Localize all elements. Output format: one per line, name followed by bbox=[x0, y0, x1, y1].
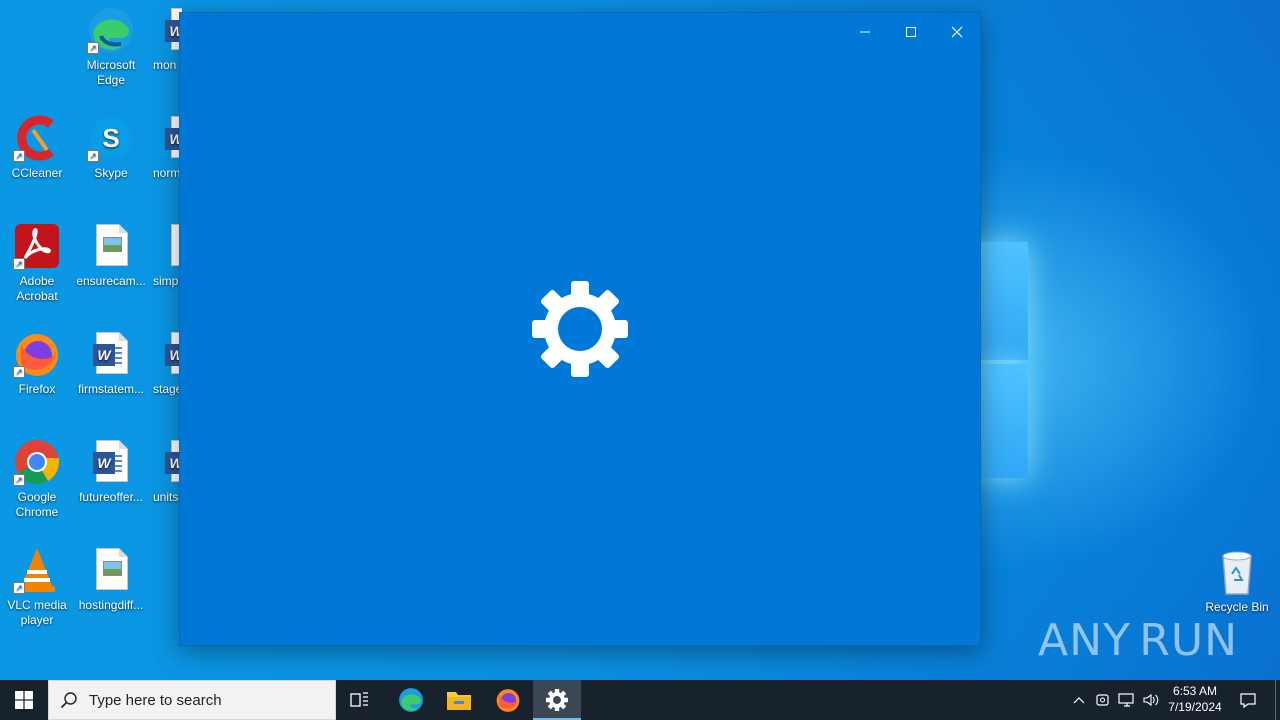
desktop-icon-simp[interactable]: simp bbox=[148, 222, 182, 289]
vlc-icon: ↗ bbox=[13, 546, 61, 594]
desktop-icon-label: Microsoft Edge bbox=[86, 58, 136, 87]
desktop-icon-skype[interactable]: S ↗ Skype bbox=[74, 114, 148, 181]
taskbar-search-box[interactable]: Type here to search bbox=[48, 680, 336, 720]
desktop-icon-label: firmstatem... bbox=[77, 382, 144, 396]
recycle-bin-icon bbox=[1213, 548, 1261, 596]
desktop-icon-label: VLC media player bbox=[7, 598, 67, 627]
acrobat-icon: ↗ bbox=[13, 222, 61, 270]
windows-logo-icon bbox=[15, 691, 33, 709]
taskbar-settings[interactable] bbox=[533, 680, 581, 720]
desktop-icon-firmstatem[interactable]: W firmstatem... bbox=[74, 330, 148, 397]
desktop-icon-norm[interactable]: W norm bbox=[148, 114, 182, 181]
clock-date: 7/19/2024 bbox=[1168, 700, 1222, 714]
image-file-icon bbox=[87, 222, 135, 270]
search-icon bbox=[49, 680, 89, 720]
taskbar-edge[interactable] bbox=[387, 680, 435, 720]
tray-network[interactable] bbox=[1116, 680, 1138, 720]
desktop-icon-label: hostingdiff... bbox=[78, 598, 144, 612]
task-view-button[interactable] bbox=[336, 680, 384, 720]
desktop-icon-mon[interactable]: W mon bbox=[148, 6, 182, 73]
desktop-icon-label: mon bbox=[153, 58, 177, 72]
start-button[interactable] bbox=[0, 680, 48, 720]
desktop-icon-acrobat[interactable]: ↗ Adobe Acrobat bbox=[0, 222, 74, 304]
gear-icon bbox=[532, 281, 628, 377]
desktop-icon-label: norm bbox=[153, 166, 181, 180]
search-placeholder: Type here to search bbox=[89, 691, 222, 709]
close-button[interactable] bbox=[934, 17, 980, 47]
firefox-icon bbox=[496, 689, 520, 712]
maximize-icon bbox=[906, 27, 916, 37]
desktop-icon-label: Skype bbox=[94, 166, 128, 180]
desktop-icon-edge[interactable]: ↗ Microsoft Edge bbox=[74, 6, 148, 88]
desktop-icon-stage[interactable]: W stage bbox=[148, 330, 182, 397]
notification-icon bbox=[1240, 693, 1256, 709]
desktop-icon-label: futureoffer... bbox=[79, 490, 143, 504]
tray-volume[interactable] bbox=[1140, 680, 1162, 720]
skype-icon: S ↗ bbox=[87, 114, 135, 162]
volume-icon bbox=[1143, 693, 1159, 707]
taskbar-firefox[interactable] bbox=[484, 680, 532, 720]
meet-now-icon bbox=[1096, 694, 1109, 706]
settings-icon bbox=[546, 689, 568, 711]
notification-center-button[interactable] bbox=[1234, 680, 1262, 720]
chevron-up-icon bbox=[1073, 697, 1085, 704]
desktop-icon-label: simp bbox=[153, 274, 179, 288]
desktop-icon-units[interactable]: W units bbox=[148, 438, 182, 505]
desktop-icon-chrome[interactable]: ↗ Google Chrome bbox=[0, 438, 74, 520]
taskbar: Type here to search 6:53 AM 7/19/2024 bbox=[0, 680, 1280, 720]
desktop-icon-label: Firefox bbox=[18, 382, 56, 396]
desktop-icon-futureoffer[interactable]: W futureoffer... bbox=[74, 438, 148, 505]
file-explorer-icon bbox=[447, 692, 471, 710]
desktop-icon-vlc[interactable]: ↗ VLC media player bbox=[0, 546, 74, 628]
desktop-icon-firefox[interactable]: ↗ Firefox bbox=[0, 330, 74, 397]
word-doc-icon: W bbox=[87, 438, 135, 486]
tray-meet-now[interactable] bbox=[1092, 680, 1114, 720]
svg-text:S: S bbox=[102, 123, 119, 153]
edge-icon bbox=[399, 688, 423, 712]
minimize-icon bbox=[860, 31, 870, 33]
desktop-icon-recycle-bin[interactable]: Recycle Bin bbox=[1200, 548, 1274, 615]
word-doc-icon: W bbox=[87, 330, 135, 378]
settings-window[interactable] bbox=[179, 12, 981, 646]
desktop-icon-ccleaner[interactable]: ↗ CCleaner bbox=[0, 114, 74, 181]
task-view-icon bbox=[350, 692, 368, 707]
desktop-icon-label: CCleaner bbox=[11, 166, 63, 180]
clock-time: 6:53 AM bbox=[1172, 684, 1218, 698]
desktop-icon-hostingdiff[interactable]: hostingdiff... bbox=[74, 546, 148, 613]
wallpaper-windows-logo bbox=[980, 236, 1032, 484]
show-desktop-button[interactable] bbox=[1275, 680, 1280, 720]
desktop-icon-label: units bbox=[153, 490, 179, 504]
close-icon bbox=[951, 26, 963, 38]
edge-icon: ↗ bbox=[87, 6, 135, 54]
tray-overflow-button[interactable] bbox=[1068, 680, 1090, 720]
desktop-icon-label: ensurecam... bbox=[76, 274, 146, 288]
desktop-icon-label: Adobe Acrobat bbox=[16, 274, 58, 303]
minimize-button[interactable] bbox=[842, 17, 888, 47]
maximize-button[interactable] bbox=[888, 17, 934, 47]
anyrun-watermark: ANY RUN bbox=[1038, 608, 1238, 672]
watermark-text-right: RUN bbox=[1139, 614, 1238, 666]
ccleaner-icon: ↗ bbox=[13, 114, 61, 162]
desktop-icon-label: stage bbox=[153, 382, 182, 396]
image-file-icon bbox=[87, 546, 135, 594]
desktop-icon-label: Google Chrome bbox=[15, 490, 59, 519]
watermark-text-left: ANY bbox=[1038, 614, 1131, 666]
taskbar-clock[interactable]: 6:53 AM 7/19/2024 bbox=[1160, 683, 1230, 715]
taskbar-file-explorer[interactable] bbox=[435, 680, 483, 720]
firefox-icon: ↗ bbox=[13, 330, 61, 378]
desktop-icon-ensurecam[interactable]: ensurecam... bbox=[74, 222, 148, 289]
network-icon bbox=[1118, 693, 1134, 707]
chrome-icon: ↗ bbox=[13, 438, 61, 486]
